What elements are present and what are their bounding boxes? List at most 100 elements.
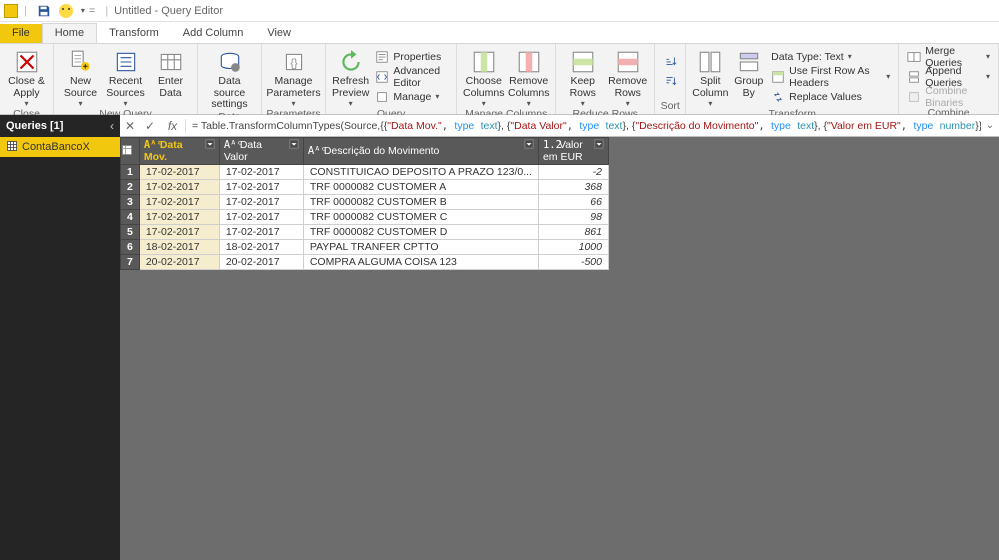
ribbon: Close & Apply ▾ Close New Source▾ Recent…: [0, 44, 999, 115]
table-row[interactable]: 217-02-201717-02-2017TRF 0000082 CUSTOME…: [121, 180, 609, 195]
cell[interactable]: TRF 0000082 CUSTOMER C: [303, 210, 538, 225]
choose-columns-button[interactable]: Choose Columns▾: [461, 46, 506, 108]
row-number[interactable]: 2: [121, 180, 140, 195]
query-sidebar: Queries [1] ‹ ContaBancoX: [0, 115, 120, 560]
select-all-corner[interactable]: [121, 138, 140, 165]
table-row[interactable]: 317-02-201717-02-2017TRF 0000082 CUSTOME…: [121, 195, 609, 210]
sort-desc-button[interactable]: [663, 72, 677, 89]
data-source-settings-button[interactable]: Data source settings: [202, 46, 257, 111]
cell[interactable]: 17-02-2017: [219, 210, 303, 225]
merge-queries-button[interactable]: Merge Queries▾: [907, 48, 990, 65]
formula-cancel-icon[interactable]: ✕: [120, 119, 140, 133]
append-queries-button[interactable]: Append Queries▾: [907, 68, 990, 85]
cell[interactable]: 17-02-2017: [139, 225, 219, 240]
remove-columns-button[interactable]: Remove Columns▾: [506, 46, 551, 108]
replace-values-button[interactable]: Replace Values: [771, 88, 890, 105]
cell[interactable]: 18-02-2017: [139, 240, 219, 255]
cell[interactable]: 861: [538, 225, 608, 240]
keep-rows-button[interactable]: Keep Rows▾: [560, 46, 605, 108]
column-filter-icon[interactable]: [524, 139, 536, 151]
tab-transform[interactable]: Transform: [97, 24, 171, 43]
table-row[interactable]: 417-02-201717-02-2017TRF 0000082 CUSTOME…: [121, 210, 609, 225]
remove-rows-button[interactable]: Remove Rows▾: [605, 46, 650, 108]
column-header[interactable]: 1.2Valor em EUR: [538, 138, 608, 165]
collapse-icon[interactable]: ‹: [110, 119, 114, 133]
cell[interactable]: 368: [538, 180, 608, 195]
query-item-label: ContaBancoX: [22, 141, 90, 153]
manage-query-button[interactable]: Manage▾: [375, 88, 448, 105]
table-row[interactable]: 517-02-201717-02-2017TRF 0000082 CUSTOME…: [121, 225, 609, 240]
cell[interactable]: TRF 0000082 CUSTOMER D: [303, 225, 538, 240]
row-number[interactable]: 4: [121, 210, 140, 225]
row-number[interactable]: 6: [121, 240, 140, 255]
group-by-icon: [736, 48, 762, 76]
tab-home[interactable]: Home: [42, 23, 97, 43]
column-header[interactable]: AᴬᶜData Mov.: [139, 138, 219, 165]
cell[interactable]: CONSTITUICAO DEPOSITO A PRAZO 123/0...: [303, 165, 538, 180]
save-icon[interactable]: [37, 4, 51, 18]
cell[interactable]: 98: [538, 210, 608, 225]
row-number[interactable]: 5: [121, 225, 140, 240]
query-item-contabancox[interactable]: ContaBancoX: [0, 137, 120, 157]
cell[interactable]: 17-02-2017: [139, 195, 219, 210]
cell[interactable]: 66: [538, 195, 608, 210]
tab-view[interactable]: View: [255, 24, 303, 43]
replace-icon: [771, 90, 785, 104]
cell[interactable]: 17-02-2017: [219, 165, 303, 180]
cell[interactable]: 20-02-2017: [139, 255, 219, 270]
cell[interactable]: 17-02-2017: [219, 180, 303, 195]
advanced-editor-button[interactable]: Advanced Editor: [375, 68, 448, 85]
cell[interactable]: 17-02-2017: [219, 195, 303, 210]
append-icon: [907, 70, 921, 84]
column-filter-icon[interactable]: [289, 139, 301, 151]
tab-file[interactable]: File: [0, 24, 42, 43]
group-by-button[interactable]: Group By: [730, 46, 767, 99]
table-icon: [6, 140, 18, 155]
column-filter-icon[interactable]: [205, 139, 217, 151]
cell[interactable]: 18-02-2017: [219, 240, 303, 255]
keep-rows-icon: [570, 48, 596, 76]
column-header[interactable]: AᴬᶜData Valor: [219, 138, 303, 165]
first-row-headers-button[interactable]: Use First Row As Headers▾: [771, 68, 890, 85]
feedback-icon[interactable]: [59, 4, 73, 18]
split-column-button[interactable]: Split Column▾: [690, 46, 730, 108]
cell[interactable]: -500: [538, 255, 608, 270]
data-grid[interactable]: AᴬᶜData Mov.AᴬᶜData ValorAᴬᶜDescrição do…: [120, 137, 609, 270]
enter-data-button[interactable]: Enter Data: [148, 46, 193, 99]
fx-label[interactable]: fx: [160, 119, 186, 133]
cell[interactable]: 17-02-2017: [139, 165, 219, 180]
cell[interactable]: PAYPAL TRANFER CPTTO: [303, 240, 538, 255]
cell[interactable]: TRF 0000082 CUSTOMER A: [303, 180, 538, 195]
cell[interactable]: 1000: [538, 240, 608, 255]
new-source-button[interactable]: New Source▾: [58, 46, 103, 108]
refresh-preview-button[interactable]: Refresh Preview▾: [330, 46, 371, 108]
table-row[interactable]: 618-02-201718-02-2017PAYPAL TRANFER CPTT…: [121, 240, 609, 255]
close-apply-button[interactable]: Close & Apply ▾: [4, 46, 49, 108]
manage-parameters-button[interactable]: {} Manage Parameters▾: [266, 46, 321, 108]
formula-confirm-icon[interactable]: ✓: [140, 119, 160, 133]
cell[interactable]: 17-02-2017: [139, 210, 219, 225]
qat-dropdown-icon[interactable]: ▾: [81, 6, 85, 15]
data-type-button[interactable]: Data Type: Text▾: [771, 48, 890, 65]
row-number[interactable]: 3: [121, 195, 140, 210]
formula-expand-icon[interactable]: ⌄: [981, 120, 999, 131]
table-row[interactable]: 117-02-201717-02-2017CONSTITUICAO DEPOSI…: [121, 165, 609, 180]
tab-add-column[interactable]: Add Column: [171, 24, 256, 43]
cell[interactable]: 20-02-2017: [219, 255, 303, 270]
sort-desc-icon: [663, 74, 677, 88]
cell[interactable]: -2: [538, 165, 608, 180]
properties-button[interactable]: Properties: [375, 48, 448, 65]
row-number[interactable]: 1: [121, 165, 140, 180]
column-header[interactable]: AᴬᶜDescrição do Movimento: [303, 138, 538, 165]
sort-asc-button[interactable]: [663, 52, 677, 69]
row-number[interactable]: 7: [121, 255, 140, 270]
cell[interactable]: TRF 0000082 CUSTOMER B: [303, 195, 538, 210]
column-filter-icon[interactable]: [594, 139, 606, 151]
binaries-icon: [907, 90, 921, 104]
cell[interactable]: 17-02-2017: [139, 180, 219, 195]
cell[interactable]: 17-02-2017: [219, 225, 303, 240]
table-row[interactable]: 720-02-201720-02-2017COMPRA ALGUMA COISA…: [121, 255, 609, 270]
recent-sources-button[interactable]: Recent Sources▾: [103, 46, 148, 108]
formula-input[interactable]: = Table.TransformColumnTypes(Source,{{"D…: [186, 120, 981, 132]
cell[interactable]: COMPRA ALGUMA COISA 123: [303, 255, 538, 270]
